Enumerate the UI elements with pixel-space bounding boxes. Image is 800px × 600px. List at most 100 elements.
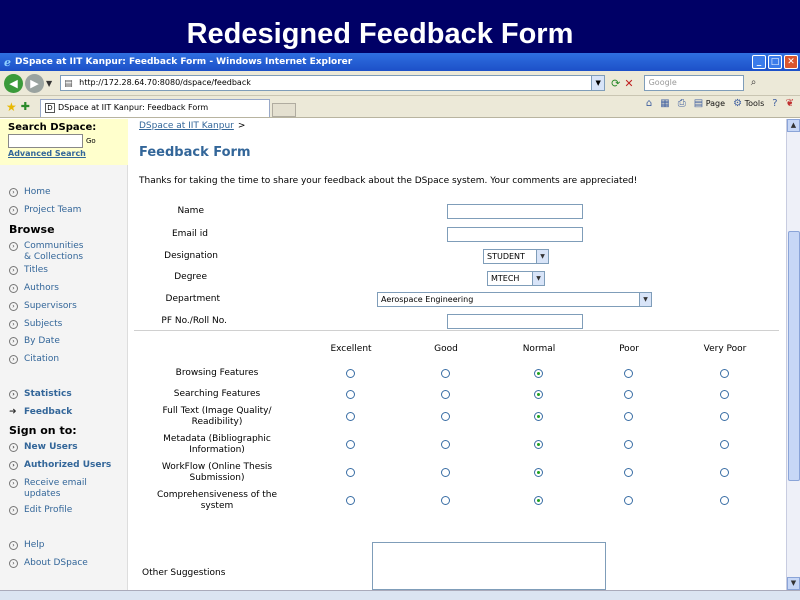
rating-radio[interactable] (441, 496, 450, 505)
rating-radio[interactable] (720, 496, 729, 505)
search-input[interactable]: Google (643, 75, 744, 91)
rating-radio[interactable] (720, 390, 729, 399)
maximize-icon[interactable]: □ (768, 55, 782, 69)
rating-radio[interactable] (441, 440, 450, 449)
tab-feedback-form[interactable]: D DSpace at IIT Kanpur: Feedback Form (39, 99, 270, 117)
rating-radio[interactable] (441, 369, 450, 378)
sidebar-item-authors[interactable]: › Authors (9, 283, 59, 294)
sidebar-item-authorized-users[interactable]: › Authorized Users (9, 460, 111, 471)
intro-text: Thanks for taking the time to share your… (139, 176, 638, 186)
window-titlebar[interactable]: ℯ DSpace at IIT Kanpur: Feedback Form - … (0, 53, 800, 71)
sidebar-item-by-date[interactable]: › By Date (9, 336, 60, 347)
sidebar-item-feedback[interactable]: ➜ Feedback (9, 407, 72, 418)
rating-radio[interactable] (624, 496, 633, 505)
tools-menu[interactable]: ⚙ Tools (733, 98, 764, 109)
scroll-up-icon[interactable]: ▲ (787, 119, 800, 132)
address-field[interactable]: ▤ http://172.28.64.70:8080/dspace/feedba… (60, 75, 606, 91)
rating-radio[interactable] (720, 440, 729, 449)
scrollbar-thumb[interactable] (788, 231, 800, 481)
rating-radio[interactable] (720, 412, 729, 421)
rating-radio[interactable] (624, 390, 633, 399)
degree-select[interactable]: MTECH ▼ (487, 271, 545, 286)
other-suggestions-textarea[interactable] (372, 542, 606, 590)
go-button[interactable]: Go (86, 137, 96, 145)
rating-radio[interactable] (534, 468, 543, 477)
rating-radio[interactable] (346, 412, 355, 421)
back-icon[interactable]: ◀ (4, 73, 23, 93)
main-panel: DSpace at IIT Kanpur > Feedback Form Than… (128, 119, 786, 590)
sidebar-item-home[interactable]: › Home (9, 187, 51, 198)
bullet-icon: › (9, 506, 18, 515)
history-dropdown-icon[interactable]: ▼ (46, 79, 52, 88)
bullet-icon: › (9, 242, 18, 251)
breadcrumb-home-link[interactable]: DSpace at IIT Kanpur (139, 121, 234, 131)
minimize-icon[interactable]: _ (752, 55, 766, 69)
rating-radio[interactable] (534, 390, 543, 399)
browser-window: ℯ DSpace at IIT Kanpur: Feedback Form - … (0, 53, 800, 600)
rating-radio[interactable] (720, 369, 729, 378)
sidebar-item-about[interactable]: › About DSpace (9, 558, 88, 569)
rating-row-label: Full Text (Image Quality/Readibility) (162, 406, 272, 427)
page-title: Feedback Form (139, 145, 251, 160)
department-select[interactable]: Aerospace Engineering ▼ (377, 292, 652, 307)
sign-on-heading: Sign on to: (9, 424, 77, 437)
page-icon: ▤ (64, 79, 73, 89)
name-field[interactable] (447, 204, 583, 219)
close-icon[interactable]: ✕ (784, 55, 798, 69)
rating-radio[interactable] (441, 468, 450, 477)
rating-radio[interactable] (720, 468, 729, 477)
rating-radio[interactable] (346, 468, 355, 477)
degree-label: Degree (174, 272, 207, 282)
designation-select[interactable]: STUDENT ▼ (483, 249, 549, 264)
favorites-star-icon[interactable]: ★ (6, 100, 17, 114)
page-menu[interactable]: ▤ Page (694, 98, 725, 109)
rating-radio[interactable] (346, 440, 355, 449)
sidebar-item-supervisors[interactable]: › Supervisors (9, 301, 77, 312)
rating-radio[interactable] (624, 369, 633, 378)
scroll-down-icon[interactable]: ▼ (787, 577, 800, 590)
rating-radio[interactable] (534, 496, 543, 505)
rating-radio[interactable] (346, 496, 355, 505)
rating-radio[interactable] (624, 468, 633, 477)
email-field[interactable] (447, 227, 583, 242)
sidebar-item-edit-profile[interactable]: › Edit Profile (9, 505, 72, 516)
pf-roll-field[interactable] (447, 314, 583, 329)
advanced-search-link[interactable]: Advanced Search (8, 149, 128, 158)
refresh-icon[interactable]: ⟳ (611, 77, 620, 90)
sidebar-item-statistics[interactable]: › Statistics (9, 389, 72, 400)
rating-radio[interactable] (534, 412, 543, 421)
stop-icon[interactable]: ✕ (624, 77, 633, 90)
command-bar: ⌂ ▦ ⎙ ▤ Page ⚙ Tools ? ❦ (646, 98, 794, 109)
rating-radio[interactable] (624, 412, 633, 421)
feeds-icon[interactable]: ▦ (660, 98, 669, 109)
address-dropdown-icon[interactable]: ▼ (591, 76, 605, 90)
forward-icon[interactable]: ▶ (25, 73, 44, 93)
home-icon[interactable]: ⌂ (646, 98, 652, 109)
new-tab-button[interactable] (271, 103, 296, 117)
rating-row-label: WorkFlow (Online Thesis Submission) (161, 462, 273, 483)
col-head-normal: Normal (522, 344, 556, 354)
rating-radio[interactable] (624, 440, 633, 449)
research-icon[interactable]: ❦ (786, 98, 794, 109)
dspace-search-input[interactable] (8, 134, 83, 148)
sidebar-item-titles[interactable]: › Titles (9, 265, 48, 276)
rating-radio[interactable] (441, 412, 450, 421)
search-title: Search DSpace: (8, 122, 97, 133)
vertical-scrollbar[interactable]: ▲ ▼ (786, 119, 800, 590)
col-head-poor: Poor (619, 344, 639, 354)
rating-radio[interactable] (346, 390, 355, 399)
help-icon[interactable]: ? (772, 98, 777, 109)
rating-radio[interactable] (346, 369, 355, 378)
sidebar-item-subjects[interactable]: › Subjects (9, 319, 62, 330)
search-icon[interactable]: ⌕ (746, 75, 762, 91)
sidebar-item-help[interactable]: › Help (9, 540, 45, 551)
rating-radio[interactable] (441, 390, 450, 399)
sidebar-item-citation[interactable]: › Citation (9, 354, 59, 365)
department-label: Department (165, 294, 220, 304)
sidebar-item-receive-email[interactable]: › Receive email updates (9, 478, 87, 500)
sidebar-item-new-users[interactable]: › New Users (9, 442, 78, 453)
rating-radio[interactable] (534, 369, 543, 378)
add-favorite-icon[interactable]: ✚ (21, 100, 30, 113)
print-icon[interactable]: ⎙ (678, 98, 686, 109)
rating-radio[interactable] (534, 440, 543, 449)
